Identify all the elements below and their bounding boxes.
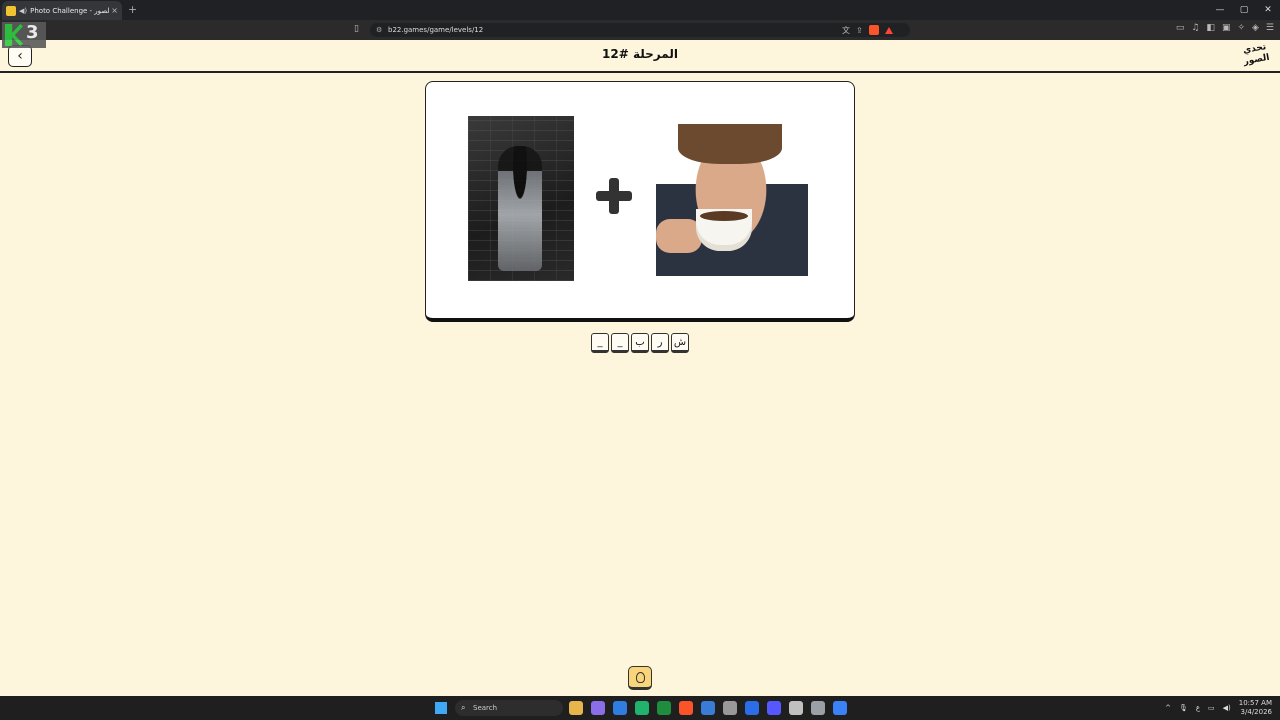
url-field[interactable]: ⚙ b22.games/game/levels/12 — [370, 23, 910, 37]
windows-start-icon[interactable] — [435, 702, 447, 714]
search-icon: ⌕ — [461, 703, 466, 712]
sidebar-icon[interactable]: ◧ — [1206, 23, 1215, 33]
tabs-icon[interactable]: ▣ — [1222, 23, 1231, 33]
ghost-figure — [498, 146, 542, 271]
site-info-icon[interactable]: ⚙ — [376, 23, 382, 37]
network-icon[interactable]: ▭ — [1208, 704, 1215, 712]
taskbar-search-label: Search — [473, 704, 498, 712]
url-text: b22.games/game/levels/12 — [388, 26, 484, 34]
brave-shields-icon[interactable] — [868, 25, 879, 35]
taskbar-app-icon[interactable] — [833, 701, 847, 715]
hair-shape — [678, 124, 782, 164]
brave-rewards-icon[interactable] — [884, 26, 893, 34]
chevron-left-icon: ‹ — [17, 48, 23, 64]
coffee-cup-shape — [696, 209, 752, 251]
browser-tab[interactable]: ◀) Photo Challenge - تحدي الصور × — [2, 1, 122, 20]
taskbar-app-icon[interactable] — [701, 701, 715, 715]
taskbar-app-icon[interactable] — [657, 701, 671, 715]
bookmark-icon[interactable]: ▯ — [354, 24, 359, 34]
menu-icon[interactable]: ☰ — [1266, 23, 1274, 33]
close-window-button[interactable]: ✕ — [1256, 0, 1280, 20]
leo-icon[interactable]: ✧ — [1237, 23, 1245, 33]
taskbar-app-icon[interactable] — [679, 701, 693, 715]
translate-icon[interactable]: 文 — [842, 25, 850, 36]
taskbar-app-icon[interactable] — [745, 701, 759, 715]
speaker-icon[interactable]: ◀) — [19, 7, 27, 15]
answer-slot[interactable]: ب — [631, 333, 649, 353]
taskbar-app-icon[interactable] — [767, 701, 781, 715]
microphone-icon[interactable]: 🎙 — [1179, 704, 1188, 712]
clock-date: 3/4/2026 — [1240, 708, 1272, 716]
share-icon[interactable]: ⇪ — [856, 26, 863, 35]
taskbar-app-icon[interactable] — [811, 701, 825, 715]
plus-icon — [596, 178, 632, 214]
answer-slot[interactable]: _ — [611, 333, 629, 353]
taskbar-app-icon[interactable] — [723, 701, 737, 715]
back-button[interactable]: ‹ — [8, 45, 32, 67]
media-icon[interactable]: ♫ — [1191, 23, 1199, 33]
volume-icon[interactable]: ◀) — [1223, 704, 1231, 712]
input-language[interactable]: ع — [1196, 704, 1200, 712]
answer-slot[interactable]: ر — [651, 333, 669, 353]
k-logo-icon — [5, 24, 23, 46]
minimize-button[interactable]: — — [1208, 0, 1232, 20]
answer-slot[interactable]: _ — [591, 333, 609, 353]
windows-taskbar: ⌕ Search ^ 🎙 ع ▭ ◀) 10:57 AM 3/4/2026 — [0, 696, 1280, 720]
taskbar-search[interactable]: ⌕ Search — [455, 700, 563, 716]
hint-button[interactable] — [628, 666, 652, 690]
man-drinking-coffee-image — [656, 124, 808, 276]
lightbulb-icon — [635, 671, 645, 683]
clock-time: 10:57 AM — [1238, 699, 1272, 707]
puzzle-card — [425, 81, 855, 322]
ghost-woman-image — [468, 116, 574, 281]
answer-slot[interactable]: ش — [671, 333, 689, 353]
taskbar-app-icon[interactable] — [635, 701, 649, 715]
answer-slots: _ _ ب ر ش — [591, 333, 689, 353]
taskbar-app-icon[interactable] — [569, 701, 583, 715]
wallet-icon[interactable]: ▭ — [1176, 23, 1185, 33]
system-tray: ^ 🎙 ع ▭ ◀) 10:57 AM 3/4/2026 — [1165, 698, 1272, 718]
overlay-badge: 3 — [2, 22, 46, 48]
clock[interactable]: 10:57 AM 3/4/2026 — [1239, 699, 1272, 717]
taskbar-app-icon[interactable] — [789, 701, 803, 715]
taskbar-app-icon[interactable] — [613, 701, 627, 715]
tab-title: Photo Challenge - تحدي الصور — [30, 6, 109, 15]
taskbar-app-icon[interactable] — [591, 701, 605, 715]
site-header: ‹ المرحلة #12 تحدي الصور — [0, 40, 1280, 73]
site-favicon-icon — [6, 5, 16, 16]
vpn-icon[interactable]: ◈ — [1252, 23, 1259, 33]
overlay-badge-number: 3 — [26, 22, 39, 43]
restore-button[interactable]: ▢ — [1232, 0, 1256, 20]
url-actions: 文 ⇪ — [842, 23, 893, 37]
page-title: المرحلة #12 — [602, 47, 678, 61]
new-tab-button[interactable]: + — [128, 3, 137, 16]
browser-toolbar: ▭ ♫ ◧ ▣ ✧ ◈ ☰ — [1176, 23, 1274, 33]
close-tab-icon[interactable]: × — [111, 6, 118, 15]
window-controls: — ▢ ✕ — [1208, 0, 1280, 20]
tray-overflow-icon[interactable]: ^ — [1165, 704, 1171, 712]
site-logo[interactable]: تحدي الصور — [1240, 42, 1272, 72]
browser-tab-bar: ◀) Photo Challenge - تحدي الصور × + — ▢ … — [0, 0, 1280, 20]
taskbar-apps — [569, 701, 847, 715]
